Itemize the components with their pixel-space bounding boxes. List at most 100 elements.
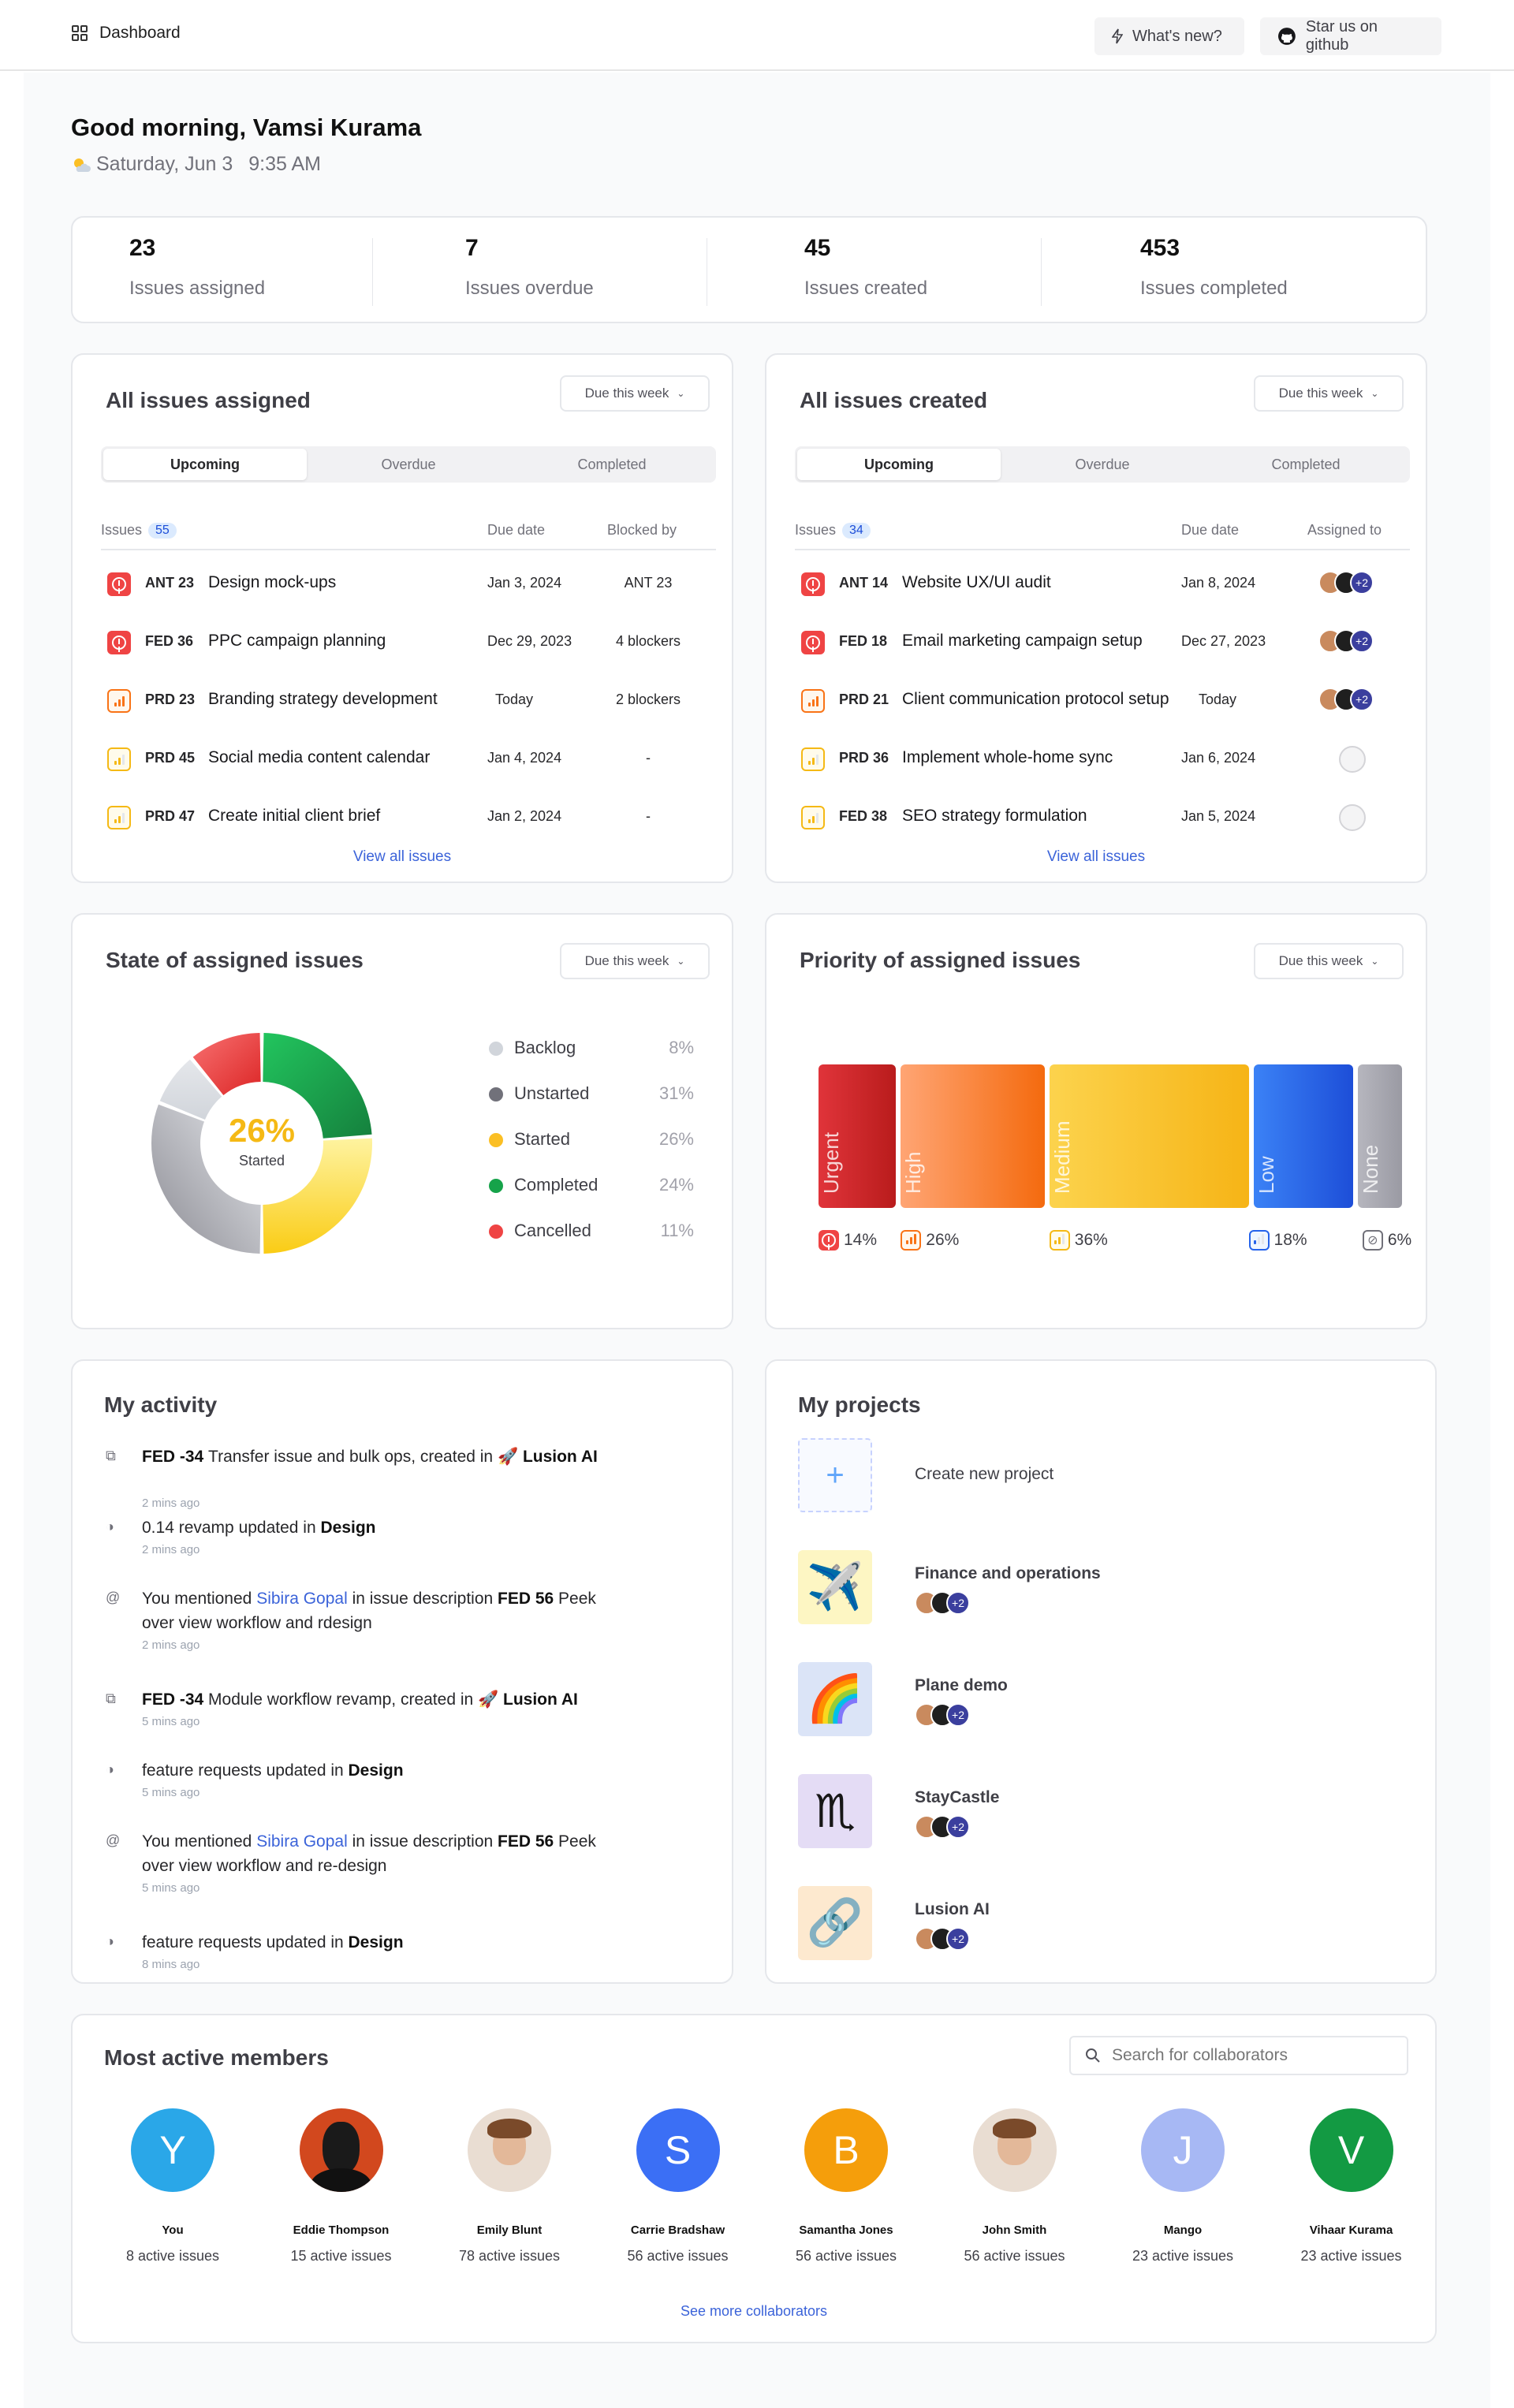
assignee-avatars[interactable]: +2 — [1318, 571, 1374, 595]
table-row[interactable]: FED 38 SEO strategy formulation Jan 5, 202… — [795, 787, 1410, 844]
stat-overdue[interactable]: 7 Issues overdue — [465, 235, 594, 300]
create-project-item[interactable]: + Create new project — [798, 1438, 1429, 1514]
project-item[interactable]: 🌈 Plane demo +2 — [798, 1662, 1429, 1738]
member-item[interactable]: J Mango 23 active issues — [1104, 2108, 1262, 2264]
stat-completed[interactable]: 453 Issues completed — [1140, 235, 1288, 300]
assignee-avatars[interactable]: +2 — [915, 1815, 970, 1839]
project-item[interactable]: ✈️ Finance and operations +2 — [798, 1550, 1429, 1626]
priority-bar-low[interactable]: Low — [1253, 1064, 1353, 1208]
table-row[interactable]: PRD 21 Client communication protocol setu… — [795, 670, 1410, 727]
state-card: State of assigned issues Due this week ⌄ … — [71, 913, 733, 1329]
unassigned-avatar-icon[interactable] — [1339, 804, 1366, 831]
card-title: All issues created — [800, 388, 988, 412]
project-item[interactable]: 🔗 Lusion AI +2 — [798, 1886, 1429, 1962]
mention-link[interactable]: Sibira Gopal — [256, 1832, 348, 1851]
issue-id: PRD 23 — [145, 691, 196, 707]
tab-completed[interactable]: Completed — [1204, 449, 1408, 480]
priority-cell — [801, 806, 825, 829]
breadcrumb[interactable]: Dashboard — [71, 24, 181, 43]
github-star-button[interactable]: Star us on github — [1260, 17, 1441, 55]
table-row[interactable]: PRD 47 Create initial client brief Jan 2, … — [101, 787, 716, 844]
issue-title: Email marketing campaign setup — [902, 632, 1143, 650]
priority-cell — [107, 631, 131, 654]
due-filter-dropdown[interactable]: Due this week ⌄ — [560, 375, 710, 412]
member-avatar: S — [636, 2108, 720, 2192]
chevron-down-icon: ⌄ — [677, 956, 685, 967]
bar-label: None — [1358, 1144, 1382, 1194]
project-emoji-icon: ♏ — [798, 1774, 872, 1848]
priority-bar-none[interactable]: None — [1357, 1064, 1402, 1208]
activity-fragment: 🚀 — [478, 1690, 503, 1709]
assignee-avatars[interactable]: +2 — [1318, 629, 1374, 653]
project-emoji-icon: 🔗 — [798, 1886, 872, 1960]
member-avatar: B — [804, 2108, 888, 2192]
priority-bar-medium[interactable]: Medium — [1049, 1064, 1249, 1208]
bar-percent-label: ⊘ 6% — [1362, 1230, 1411, 1251]
assignee-avatars[interactable]: +2 — [1318, 688, 1374, 711]
divider — [1041, 238, 1042, 306]
project-item[interactable]: ♏ StayCastle +2 — [798, 1774, 1429, 1850]
table-row[interactable]: FED 18 Email marketing campaign setup Dec … — [795, 612, 1410, 669]
issue-title: Social media content calendar — [208, 748, 431, 766]
table-row[interactable]: PRD 45 Social media content calendar Jan 4… — [101, 729, 716, 785]
tab-upcoming[interactable]: Upcoming — [103, 449, 307, 480]
issue-title: Branding strategy development — [208, 690, 438, 708]
member-active-issues: 23 active issues — [1300, 2248, 1402, 2264]
grid-icon — [72, 25, 88, 41]
assignee-avatars[interactable]: +2 — [915, 1703, 970, 1727]
at-icon: @ — [106, 1832, 121, 1848]
member-item[interactable]: Y You 8 active issues — [94, 2108, 252, 2264]
urgent-priority-icon — [107, 572, 131, 596]
col-issues: Issues 34 — [795, 522, 871, 539]
activity-time: 2 mins ago — [142, 1497, 200, 1510]
legend-label: Backlog — [514, 1038, 576, 1057]
col-issues-label: Issues — [101, 522, 143, 538]
member-item[interactable]: B Samantha Jones 56 active issues — [767, 2108, 925, 2264]
table-row[interactable]: ANT 23 Design mock-ups Jan 3, 2024 ANT 23 — [101, 554, 716, 610]
member-item[interactable]: Emily Blunt 78 active issues — [431, 2108, 588, 2264]
collaborator-search[interactable] — [1069, 2036, 1408, 2075]
whats-new-button[interactable]: What's new? — [1094, 17, 1244, 55]
stat-value: 45 — [804, 235, 831, 261]
mention-link[interactable]: Sibira Gopal — [256, 1590, 348, 1608]
tab-completed[interactable]: Completed — [510, 449, 714, 480]
tab-overdue[interactable]: Overdue — [307, 449, 510, 480]
blocked-by: - — [646, 808, 651, 824]
member-item[interactable]: V Vihaar Kurama 23 active issues — [1273, 2108, 1430, 2264]
greeting-time: 9:35 AM — [248, 153, 321, 175]
assignee-avatars[interactable]: +2 — [915, 1591, 970, 1615]
member-item[interactable]: Eddie Thompson 15 active issues — [263, 2108, 420, 2264]
view-all-link[interactable]: View all issues — [766, 848, 1426, 866]
due-date: Dec 27, 2023 — [1181, 633, 1266, 649]
table-row[interactable]: ANT 14 Website UX/UI audit Jan 8, 2024 +2 — [795, 554, 1410, 610]
table-row[interactable]: FED 36 PPC campaign planning Dec 29, 2023 4… — [101, 612, 716, 669]
unassigned-avatar-icon[interactable] — [1339, 746, 1366, 773]
dropdown-label: Due this week — [584, 386, 669, 401]
view-all-link[interactable]: View all issues — [73, 848, 732, 866]
stat-created[interactable]: 45 Issues created — [804, 235, 927, 300]
due-filter-dropdown[interactable]: Due this week ⌄ — [1254, 943, 1404, 979]
urgent-priority-icon — [801, 572, 825, 596]
search-input[interactable] — [1112, 2046, 1396, 2065]
table-row[interactable]: PRD 36 Implement whole-home sync Jan 6, 20… — [795, 729, 1410, 785]
member-name: Eddie Thompson — [293, 2223, 390, 2237]
avatar-more-count: +2 — [1350, 629, 1374, 653]
member-item[interactable]: John Smith 56 active issues — [936, 2108, 1094, 2264]
high-priority-icon — [901, 1230, 922, 1251]
activity-fragment: Transfer issue and bulk ops, created in — [208, 1448, 498, 1466]
member-item[interactable]: S Carrie Bradshaw 56 active issues — [599, 2108, 757, 2264]
table-row[interactable]: PRD 23 Branding strategy development Today… — [101, 670, 716, 727]
see-more-link[interactable]: See more collaborators — [73, 2303, 1435, 2320]
due-filter-dropdown[interactable]: Due this week ⌄ — [560, 943, 710, 979]
assignee-avatars[interactable]: +2 — [915, 1927, 970, 1951]
bar-label: High — [901, 1151, 926, 1194]
legend-percent: 26% — [658, 1129, 694, 1149]
due-filter-dropdown[interactable]: Due this week ⌄ — [1254, 375, 1404, 412]
col-due: Due date — [487, 522, 546, 538]
priority-bar-high[interactable]: High — [901, 1064, 1045, 1208]
priority-bar-urgent[interactable]: Urgent — [819, 1064, 897, 1208]
col-issues-label: Issues — [795, 522, 837, 538]
stat-assigned[interactable]: 23 Issues assigned — [129, 235, 265, 300]
tab-overdue[interactable]: Overdue — [1001, 449, 1204, 480]
tab-upcoming[interactable]: Upcoming — [797, 449, 1001, 480]
